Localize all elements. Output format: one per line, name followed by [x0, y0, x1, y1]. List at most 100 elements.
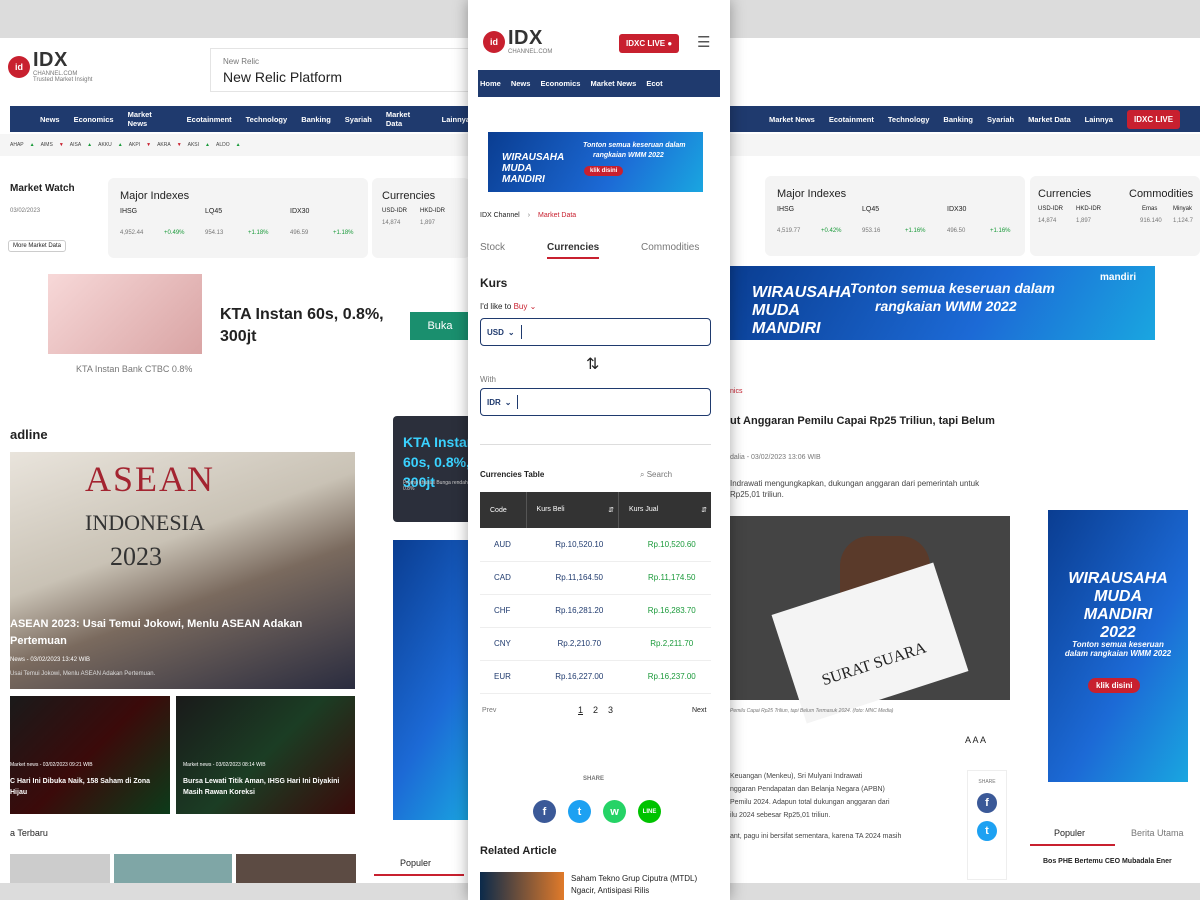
- swap-vertical-icon[interactable]: ⇅: [586, 354, 599, 374]
- font-size-controls[interactable]: A A A: [965, 735, 986, 745]
- article-lead: Indrawati mengungkapkan, dukungan anggar…: [730, 479, 980, 499]
- top-ad[interactable]: New Relic New Relic Platform: [210, 48, 470, 92]
- search-field[interactable]: ⌕ Search: [640, 470, 672, 480]
- mobile-wmm-ad[interactable]: WIRAUSAHA MUDA MANDIRI Tonton semua kese…: [488, 132, 703, 192]
- news-card-2[interactable]: Market news - 03/02/2023 08:14 WIB Bursa…: [176, 696, 355, 814]
- kta-open-button[interactable]: Buka: [410, 312, 470, 340]
- headline-image[interactable]: ASEAN INDONESIA 2023 ASEAN 2023: Usai Te…: [10, 452, 355, 689]
- line-icon[interactable]: LINE: [638, 800, 661, 823]
- tab-stock[interactable]: Stock: [480, 242, 505, 253]
- ad-text: rangkaian WMM 2022: [875, 298, 1017, 314]
- wmm-banner-ad[interactable]: WIRAUSAHA MUDA MANDIRI Tonton semua kese…: [730, 266, 1155, 340]
- nav-market-news[interactable]: Market News: [590, 79, 636, 88]
- nav-syariah[interactable]: Syariah: [345, 115, 372, 124]
- commodity-name: Minyak: [1173, 206, 1193, 212]
- nav-technology[interactable]: Technology: [888, 115, 930, 124]
- thumb-image[interactable]: [10, 854, 110, 883]
- nav-lainnya[interactable]: Lainnya: [1085, 115, 1113, 124]
- kurs-title: Kurs: [480, 276, 508, 290]
- page-3[interactable]: 3: [608, 705, 613, 715]
- related-item-title[interactable]: Saham Tekno Grup Ciputra (MTDL) Ngacir, …: [571, 873, 711, 897]
- idxc-live-button[interactable]: IDXC LIVE ●: [619, 34, 680, 53]
- twitter-icon[interactable]: t: [568, 800, 591, 823]
- with-label: With: [480, 375, 496, 384]
- nav-home[interactable]: Home: [480, 79, 501, 88]
- hamburger-menu-icon[interactable]: ☰: [697, 33, 710, 51]
- tab-populer[interactable]: Populer: [1030, 822, 1115, 846]
- next-button[interactable]: Next: [692, 707, 706, 714]
- side-wmm-ad-right[interactable]: WIRAUSAHA MUDA MANDIRI 2022 Tonton semua…: [1048, 510, 1188, 782]
- header-code[interactable]: Code: [480, 492, 527, 528]
- search-label: Search: [646, 470, 673, 479]
- page-2[interactable]: 2: [593, 705, 598, 715]
- nav-news[interactable]: News: [511, 79, 531, 88]
- nav-banking[interactable]: Banking: [301, 115, 331, 124]
- related-thumb[interactable]: [480, 872, 564, 900]
- major-indexes-title: Major Indexes: [777, 188, 847, 200]
- thumb-image[interactable]: [114, 854, 232, 883]
- nav-news[interactable]: News: [40, 115, 60, 124]
- more-market-data-button[interactable]: More Market Data: [8, 240, 67, 252]
- main-nav-right: Market News Ecotainment Technology Banki…: [725, 106, 1200, 132]
- nav-market-data[interactable]: Market Data: [1028, 115, 1071, 124]
- tab-berita-utama[interactable]: Berita Utama: [1131, 828, 1184, 838]
- cell-beli: Rp.11,164.50: [526, 561, 619, 595]
- body-line: Pemilu 2024. Adapun total dukungan angga…: [730, 799, 890, 806]
- nav-ecotainment[interactable]: Ecotainment: [187, 115, 232, 124]
- body-line: nggaran Pendapatan dan Belanja Negara (A…: [730, 786, 885, 793]
- idx-logo[interactable]: id IDX CHANNEL.COM Trusted Market Insight: [8, 50, 92, 83]
- currency-value: 14,874: [382, 220, 401, 226]
- ticker-item: AKPI: [128, 142, 141, 148]
- prev-button[interactable]: Prev: [482, 707, 496, 714]
- logo-ball-icon: id: [8, 55, 30, 78]
- page-1[interactable]: 1: [578, 705, 583, 715]
- header-kurs-beli[interactable]: Kurs Beli ⇵: [525, 492, 619, 528]
- breadcrumb-item[interactable]: IDX Channel: [480, 212, 520, 219]
- article-image[interactable]: SURAT SUARA: [730, 516, 1010, 724]
- nav-ecotainment[interactable]: Ecotainment: [829, 115, 874, 124]
- nav-technology[interactable]: Technology: [246, 115, 288, 124]
- twitter-icon[interactable]: t: [977, 821, 997, 841]
- thumb-image[interactable]: [236, 854, 356, 883]
- news-card-1[interactable]: Market news - 03/02/2023 09:21 WIB C Har…: [10, 696, 170, 814]
- facebook-icon[interactable]: f: [533, 800, 556, 823]
- to-currency-input[interactable]: IDR ⌄: [480, 388, 711, 416]
- ad-click-button[interactable]: klik disini: [1088, 678, 1141, 693]
- tab-currencies[interactable]: Currencies: [547, 242, 600, 259]
- index-value: 4,519.77: [777, 228, 801, 234]
- breadcrumb-item[interactable]: Market Data: [538, 212, 576, 219]
- pagination: 1 2 3: [578, 705, 613, 715]
- nav-lainnya[interactable]: Lainnya: [442, 115, 470, 124]
- nav-economics[interactable]: Economics: [540, 79, 580, 88]
- nav-market-news[interactable]: Market News: [128, 110, 173, 128]
- tab-populer[interactable]: Populer: [374, 852, 464, 876]
- headline-section-title: adline: [10, 427, 48, 442]
- buy-dropdown[interactable]: Buy: [514, 302, 528, 311]
- breadcrumb: IDX Channel › Market Data: [480, 212, 576, 219]
- currency-pair: USD-IDR: [382, 208, 407, 214]
- kta-ad-image[interactable]: [48, 274, 202, 354]
- tab-commodities[interactable]: Commodities: [641, 242, 699, 253]
- nav-ecotainment[interactable]: Ecot: [646, 79, 662, 88]
- nav-banking[interactable]: Banking: [943, 115, 973, 124]
- idx-logo-mobile[interactable]: id IDX CHANNEL.COM: [483, 28, 552, 55]
- buy-selector[interactable]: I'd like to Buy ⌄: [480, 302, 536, 311]
- nav-economics[interactable]: Economics: [74, 115, 114, 124]
- popular-item[interactable]: Bos PHE Bertemu CEO Mubadala Ener: [1043, 858, 1172, 865]
- whatsapp-icon[interactable]: w: [603, 800, 626, 823]
- desktop-page-right: Market News Ecotainment Technology Banki…: [725, 38, 1200, 883]
- ad-click-button[interactable]: klik disini: [584, 166, 624, 176]
- facebook-icon[interactable]: f: [977, 793, 997, 813]
- nav-market-news[interactable]: Market News: [769, 115, 815, 124]
- nav-market-data[interactable]: Market Data: [386, 110, 428, 128]
- side-wmm-ad[interactable]: [393, 540, 470, 820]
- headline-title[interactable]: ASEAN 2023: Usai Temui Jokowi, Menlu ASE…: [10, 616, 310, 650]
- from-currency-input[interactable]: USD ⌄: [480, 318, 711, 346]
- header-kurs-jual[interactable]: Kurs Jual ⇵: [618, 492, 711, 528]
- side-kta-ad[interactable]: KTA Instan 60s, 0.8%, 300jt Promo khusus…: [393, 416, 470, 522]
- idxc-live-button[interactable]: IDXC LIVE: [1126, 109, 1181, 129]
- nav-syariah[interactable]: Syariah: [987, 115, 1014, 124]
- cell-beli: Rp.10,520.10: [526, 528, 619, 562]
- article-category[interactable]: nics: [730, 388, 742, 395]
- kta-ad-title: KTA Instan 60s, 0.8%, 300jt: [220, 306, 384, 345]
